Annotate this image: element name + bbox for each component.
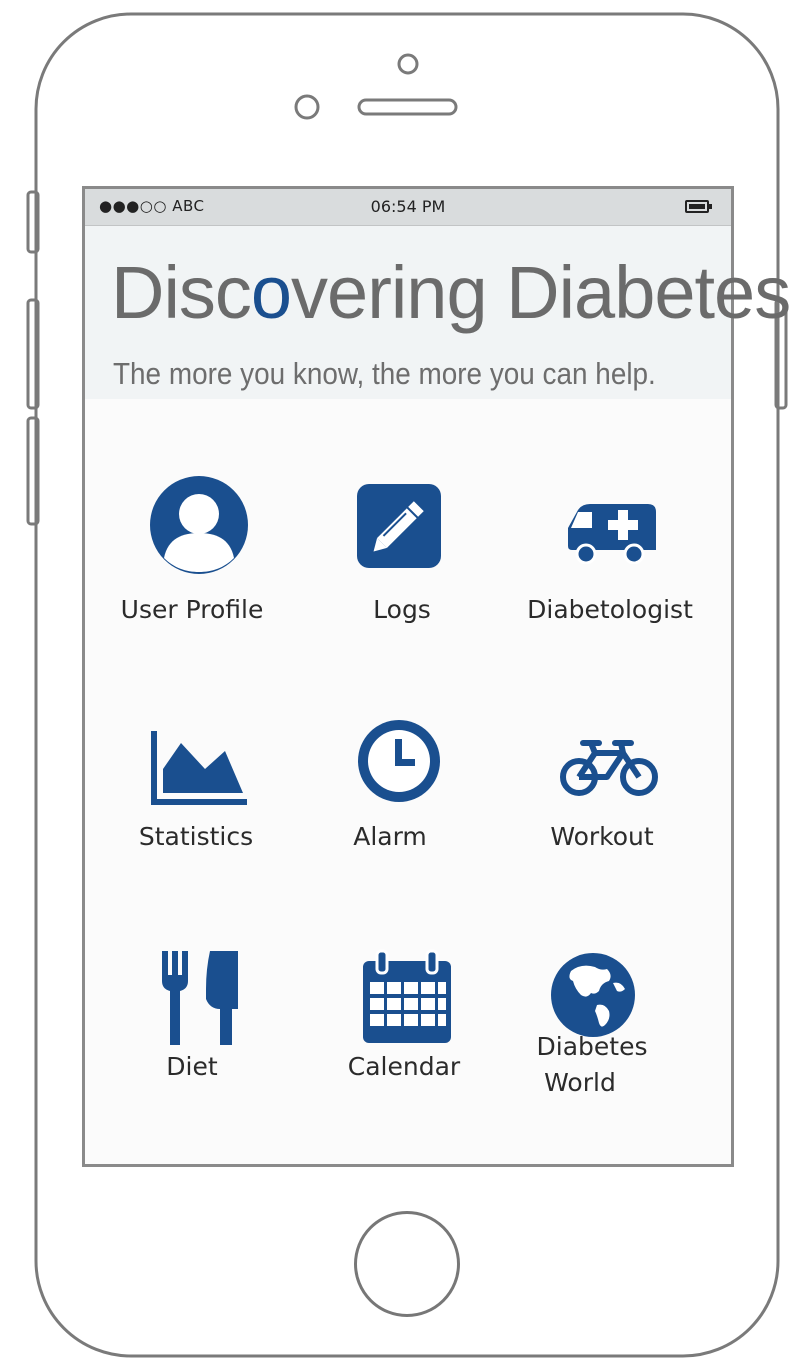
tile-label: Alarm: [353, 822, 427, 851]
ambulance-icon: [568, 504, 656, 564]
tile-label: Logs: [373, 595, 431, 624]
calendar-icon: [363, 949, 451, 1043]
tile-label: Diabetologist: [527, 595, 693, 624]
pencil-icon: [357, 484, 441, 568]
status-bar: ●●●○○ ABC 06:54 PM: [85, 189, 731, 226]
tile-label-line1: Diabetes: [536, 1032, 648, 1061]
tile-label-line2: World: [544, 1068, 616, 1097]
status-time: 06:54 PM: [370, 197, 446, 216]
phone-screen: ●●●○○ ABC 06:54 PM Discovering Diabetes …: [82, 186, 791, 1167]
speaker-grille: [357, 98, 458, 116]
area-chart-icon: [151, 731, 247, 805]
home-button[interactable]: [354, 1211, 460, 1317]
tile-label: User Profile: [120, 595, 264, 624]
tile-logs[interactable]: Logs: [297, 474, 507, 624]
sensor: [294, 94, 320, 120]
tile-label: Diet: [166, 1052, 218, 1081]
clock-icon: [358, 720, 440, 802]
app-tagline: The more you know, the more you can help…: [113, 356, 656, 391]
tile-workout[interactable]: Workout: [497, 729, 707, 879]
tile-user-profile[interactable]: User Profile: [87, 474, 297, 624]
tile-alarm[interactable]: Alarm: [285, 719, 495, 869]
fork-knife-icon: [162, 951, 238, 1045]
globe-icon: [551, 953, 635, 1037]
front-camera: [397, 53, 419, 75]
app-title: Discovering Diabetes: [111, 251, 791, 334]
user-icon: [150, 476, 248, 574]
tile-statistics[interactable]: Statistics: [91, 729, 301, 879]
title-accent-letter: o: [250, 251, 292, 334]
tile-label: Workout: [550, 822, 654, 851]
tile-label: Statistics: [138, 822, 254, 851]
bicycle-icon: [560, 740, 658, 796]
tile-diabetes-world[interactable]: Diabetes World: [487, 951, 697, 1121]
tile-diet[interactable]: Diet: [87, 949, 297, 1099]
app-banner: Discovering Diabetes The more you know, …: [85, 226, 791, 399]
tile-diabetologist[interactable]: Diabetologist: [505, 474, 715, 624]
battery-icon: [685, 200, 712, 213]
